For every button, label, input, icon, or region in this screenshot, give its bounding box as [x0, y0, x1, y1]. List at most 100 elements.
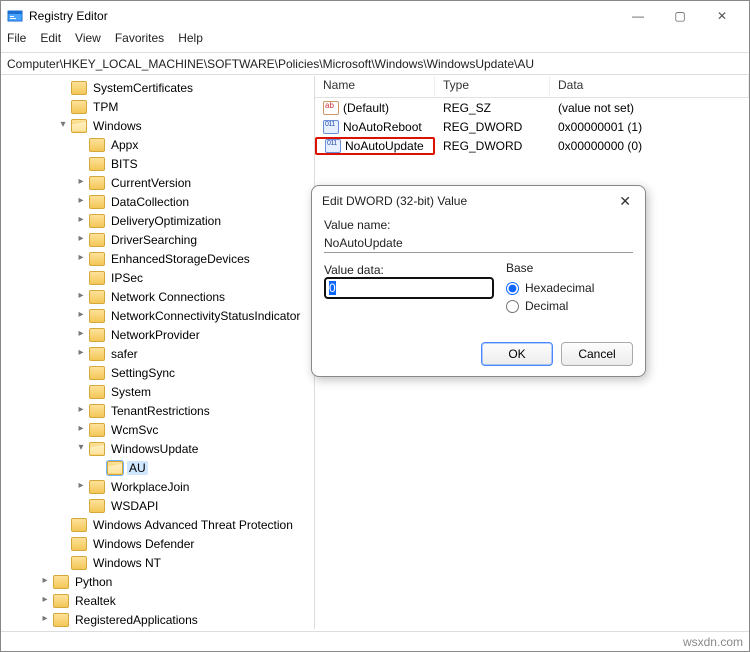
- col-data[interactable]: Data: [550, 76, 749, 97]
- tree-node[interactable]: ▸safer: [1, 344, 314, 363]
- menu-help[interactable]: Help: [178, 31, 203, 45]
- chevron-right-icon[interactable]: ▸: [75, 176, 87, 188]
- menu-file[interactable]: File: [7, 31, 26, 45]
- chevron-right-icon[interactable]: ▸: [75, 309, 87, 321]
- tree-node[interactable]: ▸TenantRestrictions: [1, 401, 314, 420]
- chevron-right-icon[interactable]: ▸: [75, 347, 87, 359]
- no-caret: •: [57, 518, 69, 530]
- tree-node[interactable]: •SettingSync: [1, 363, 314, 382]
- folder-icon: [89, 271, 105, 285]
- tree-node-label: Windows Defender: [91, 537, 196, 551]
- tree-node[interactable]: ▸WcmSvc: [1, 420, 314, 439]
- no-caret: •: [57, 100, 69, 112]
- folder-icon: [71, 81, 87, 95]
- chevron-right-icon[interactable]: ▸: [75, 290, 87, 302]
- tree-node-label: Windows: [91, 119, 144, 133]
- tree-node[interactable]: ▸ NetworkProvider: [1, 325, 314, 344]
- close-button[interactable]: ✕: [701, 2, 743, 30]
- value-row[interactable]: NoAutoUpdateREG_DWORD0x00000000 (0): [315, 136, 749, 155]
- menu-edit[interactable]: Edit: [40, 31, 61, 45]
- chevron-right-icon[interactable]: ▸: [39, 613, 51, 625]
- col-name[interactable]: Name: [315, 76, 435, 97]
- tree-node[interactable]: •System: [1, 382, 314, 401]
- chevron-right-icon[interactable]: ▸: [39, 594, 51, 606]
- menu-favorites[interactable]: Favorites: [115, 31, 164, 45]
- chevron-right-icon[interactable]: ▸: [75, 328, 87, 340]
- tree-node[interactable]: ▸EnhancedStorageDevices: [1, 249, 314, 268]
- tree-node-label: TPM: [91, 100, 120, 114]
- ok-button[interactable]: OK: [481, 342, 553, 366]
- chevron-right-icon[interactable]: ▸: [75, 233, 87, 245]
- chevron-right-icon[interactable]: ▸: [75, 423, 87, 435]
- value-type: REG_SZ: [435, 101, 550, 115]
- maximize-button[interactable]: ▢: [659, 2, 701, 30]
- title-bar: Registry Editor — ▢ ✕: [1, 1, 749, 31]
- tree-node[interactable]: ▸NetworkConnectivityStatusIndicator: [1, 306, 314, 325]
- folder-icon: [53, 594, 69, 608]
- tree-node[interactable]: •IPSec: [1, 268, 314, 287]
- tree-node-label: NetworkProvider: [109, 328, 202, 342]
- tree-node[interactable]: •Windows Advanced Threat Protection: [1, 515, 314, 534]
- chevron-right-icon[interactable]: ▸: [75, 195, 87, 207]
- col-type[interactable]: Type: [435, 76, 550, 97]
- chevron-right-icon[interactable]: ▸: [75, 214, 87, 226]
- radio-decimal[interactable]: Decimal: [506, 297, 594, 315]
- tree-node[interactable]: ▸CurrentVersion: [1, 173, 314, 192]
- tree-node-label: Realtek: [73, 594, 118, 608]
- no-caret: •: [57, 81, 69, 93]
- chevron-right-icon[interactable]: ▸: [75, 404, 87, 416]
- tree-node[interactable]: •AU: [1, 458, 314, 477]
- tree-node[interactable]: ▸DriverSearching: [1, 230, 314, 249]
- tree-node[interactable]: •WSDAPI: [1, 496, 314, 515]
- radio-decimal-input[interactable]: [506, 300, 519, 313]
- tree-node[interactable]: ▾ Windows: [1, 116, 314, 135]
- tree-node[interactable]: •Windows NT: [1, 553, 314, 572]
- radio-hexadecimal-input[interactable]: [506, 282, 519, 295]
- tree-node[interactable]: ▸ Network Connections: [1, 287, 314, 306]
- tree-node[interactable]: ▸DataCollection: [1, 192, 314, 211]
- regedit-icon: [7, 8, 23, 24]
- tree-node-label: WindowsUpdate: [109, 442, 200, 456]
- cancel-button[interactable]: Cancel: [561, 342, 633, 366]
- tree-node[interactable]: •Windows Defender: [1, 534, 314, 553]
- tree-node[interactable]: ▸ Realtek: [1, 591, 314, 610]
- radio-hexadecimal[interactable]: Hexadecimal: [506, 279, 594, 297]
- chevron-down-icon[interactable]: ▾: [75, 442, 87, 454]
- tree-node[interactable]: ▾ WindowsUpdate: [1, 439, 314, 458]
- tree-node-label: AU: [127, 461, 148, 475]
- value-row[interactable]: (Default)REG_SZ(value not set): [315, 98, 749, 117]
- tree-node-label: Windows NT: [91, 556, 163, 570]
- tree-node[interactable]: •Appx: [1, 135, 314, 154]
- minimize-button[interactable]: —: [617, 2, 659, 30]
- tree-node-label: Network Connections: [109, 290, 227, 304]
- dialog-close-button[interactable]: ✕: [615, 193, 635, 210]
- list-header[interactable]: Name Type Data: [315, 76, 749, 98]
- value-row[interactable]: NoAutoRebootREG_DWORD0x00000001 (1): [315, 117, 749, 136]
- folder-icon: [53, 613, 69, 627]
- value-name: NoAutoReboot: [343, 120, 422, 134]
- folder-icon: [71, 537, 87, 551]
- chevron-down-icon[interactable]: ▾: [57, 119, 69, 131]
- chevron-right-icon[interactable]: ▸: [39, 575, 51, 587]
- tree-node[interactable]: • SystemCertificates: [1, 78, 314, 97]
- address-bar[interactable]: Computer\HKEY_LOCAL_MACHINE\SOFTWARE\Pol…: [1, 53, 749, 75]
- tree-node[interactable]: ▸DeliveryOptimization: [1, 211, 314, 230]
- tree-node-label: SystemCertificates: [91, 81, 195, 95]
- menu-view[interactable]: View: [75, 31, 101, 45]
- folder-icon: [89, 404, 105, 418]
- folder-icon: [71, 518, 87, 532]
- chevron-right-icon[interactable]: ▸: [75, 480, 87, 492]
- string-value-icon: [323, 101, 339, 115]
- folder-icon: [89, 347, 105, 361]
- tree-node[interactable]: •BITS: [1, 154, 314, 173]
- folder-icon: [89, 176, 105, 190]
- folder-icon: [71, 100, 87, 114]
- tree-node[interactable]: • TPM: [1, 97, 314, 116]
- chevron-right-icon[interactable]: ▸: [75, 252, 87, 264]
- tree-node-label: System: [109, 385, 153, 399]
- tree-node[interactable]: ▸Python: [1, 572, 314, 591]
- value-data-input[interactable]: [324, 277, 494, 299]
- tree-node[interactable]: ▸RegisteredApplications: [1, 610, 314, 629]
- tree-pane[interactable]: • SystemCertificates • TPM ▾ Windows •Appx•BIT…: [1, 76, 315, 629]
- tree-node[interactable]: ▸WorkplaceJoin: [1, 477, 314, 496]
